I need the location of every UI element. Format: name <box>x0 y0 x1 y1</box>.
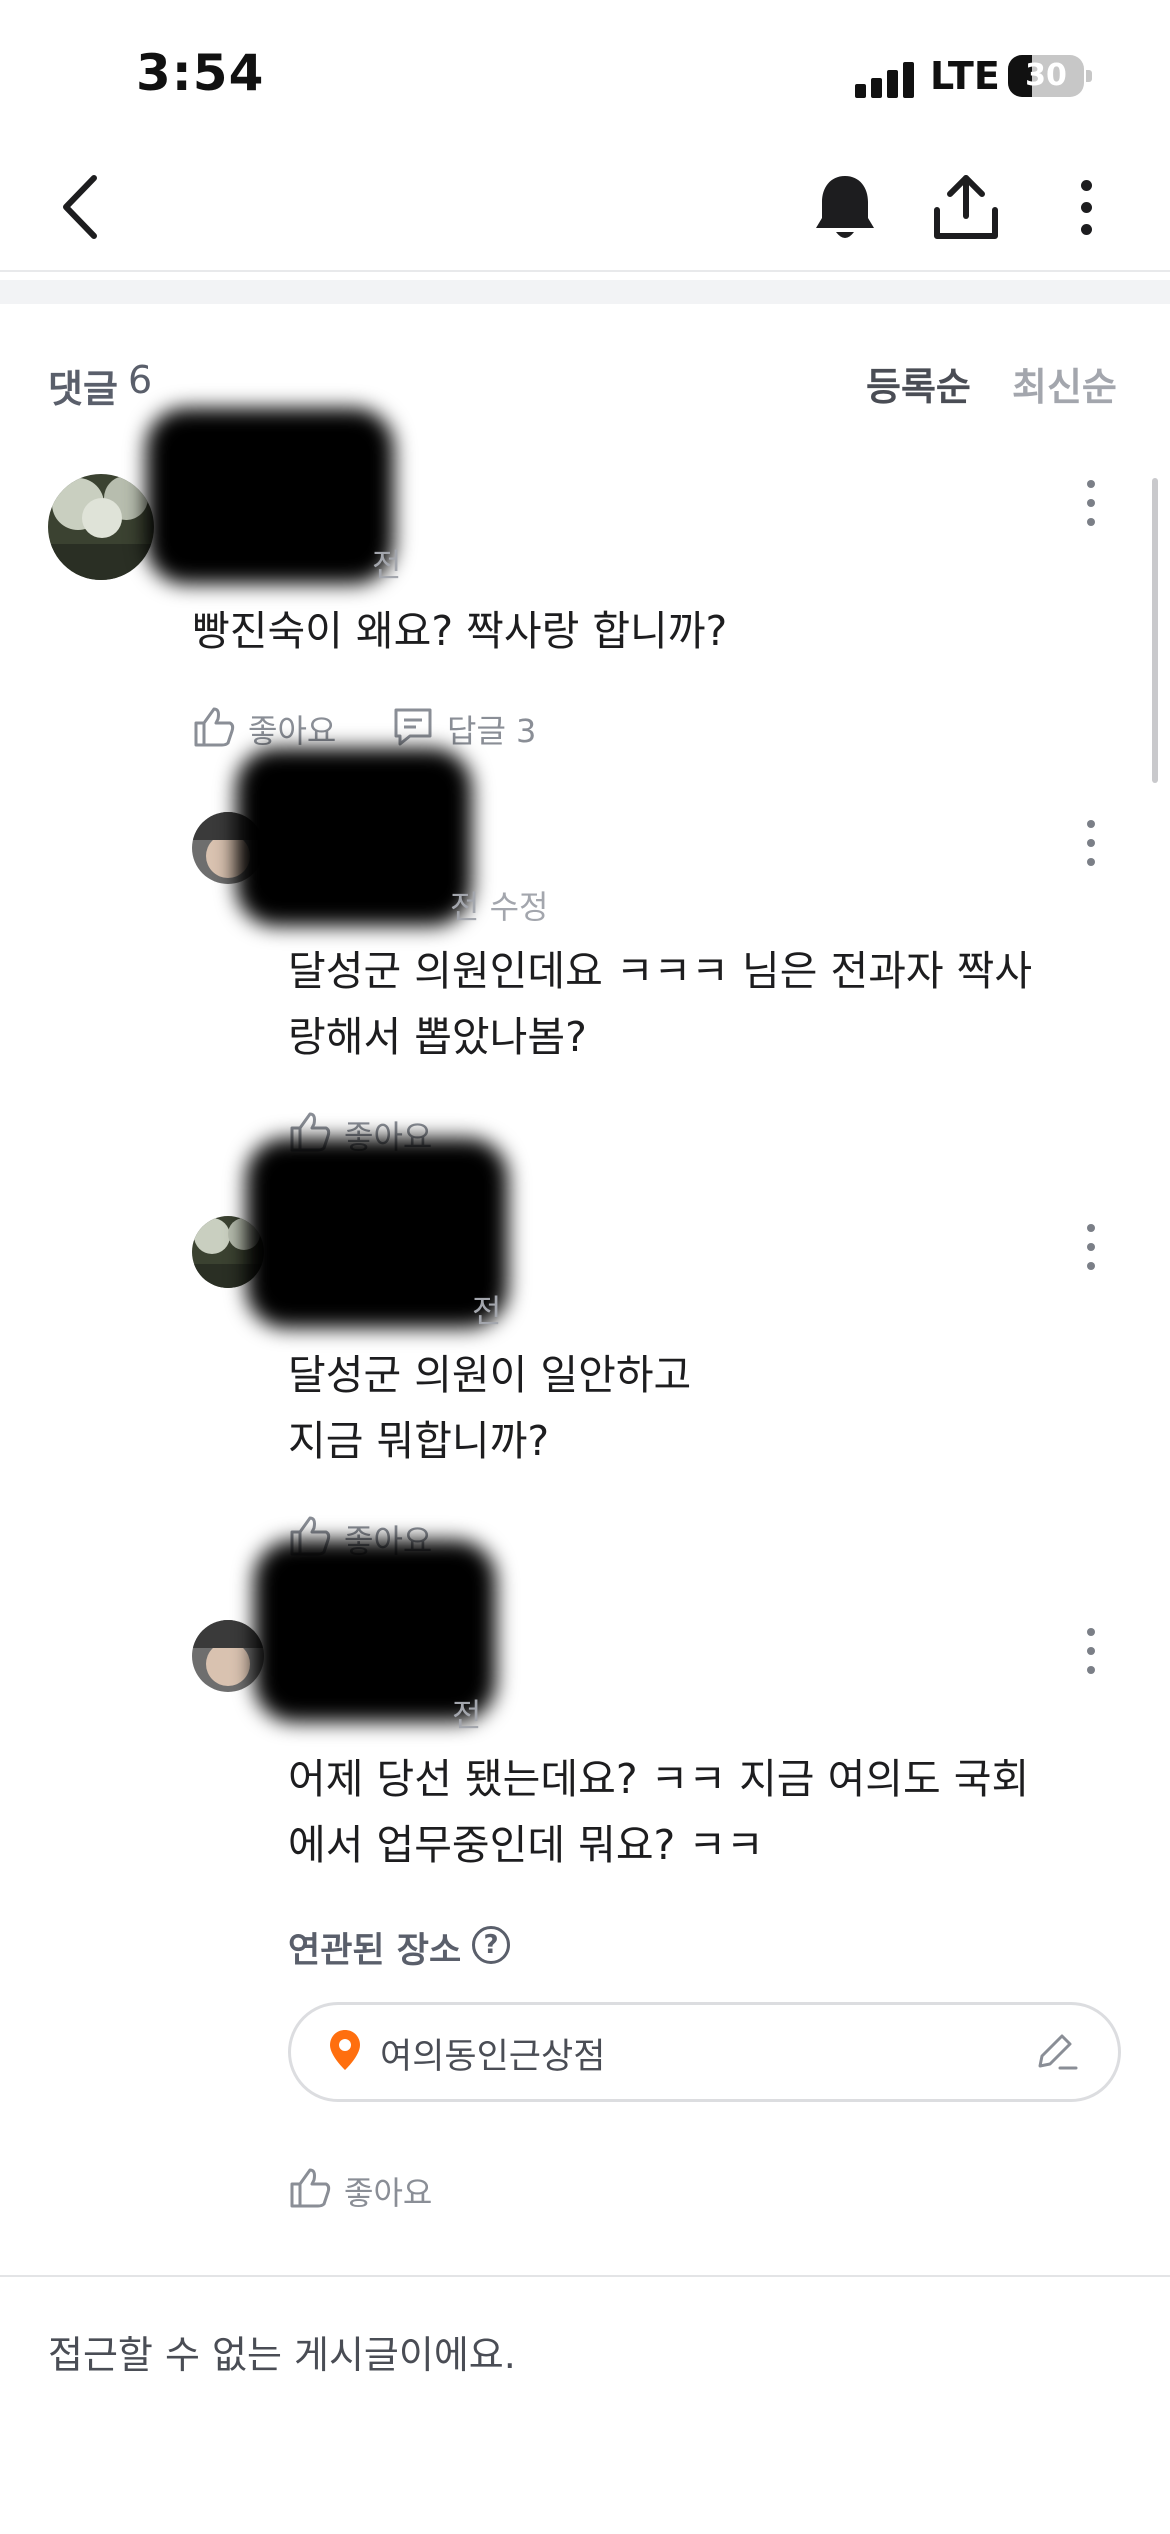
like-label[interactable]: 좋아요 <box>344 2168 432 2214</box>
pencil-icon <box>1038 2034 1078 2070</box>
like-button[interactable] <box>192 705 236 751</box>
battery-tip <box>1086 70 1092 82</box>
redacted-username <box>146 408 394 584</box>
comment-more-button[interactable] <box>1083 1628 1099 1685</box>
signal-strength-icon <box>855 60 917 98</box>
like-label[interactable]: 좋아요 <box>248 706 336 752</box>
comment-more-button[interactable] <box>1083 820 1099 877</box>
section-gap <box>0 280 1170 304</box>
comment-text-line-1: 달성군 의원이 일안하고 <box>288 1351 692 1399</box>
comment-text-line-2: 에서 업무중인데 뭐요? ㅋㅋ <box>288 1821 764 1869</box>
redacted-username <box>236 748 472 926</box>
more-options-button[interactable] <box>1078 180 1094 246</box>
sort-newest-button[interactable]: 최신순 <box>1012 356 1117 411</box>
thumbs-up-icon <box>194 707 235 747</box>
battery-icon: 30 <box>1008 55 1084 97</box>
network-type: LTE <box>930 54 1000 98</box>
comment-time: 전 <box>452 1696 482 1734</box>
comments-title: 댓글 <box>48 367 118 411</box>
battery-level: 30 <box>1025 58 1067 93</box>
comment-text: 빵진숙이 왜요? 짝사랑 합니까? <box>192 607 728 655</box>
scrollbar[interactable] <box>1152 478 1158 783</box>
status-time: 3:54 <box>136 44 265 102</box>
comment-time: 전 <box>372 546 402 584</box>
location-pin-icon <box>328 2028 362 2076</box>
reply-comment-icon <box>394 708 432 746</box>
bell-icon <box>816 176 874 238</box>
comment-text-line-1: 어제 당선 됐는데요? ㅋㅋ 지금 여의도 국회 <box>288 1755 1030 1803</box>
upload-share-icon <box>934 175 998 239</box>
avatar[interactable] <box>48 474 154 580</box>
notification-button[interactable] <box>812 172 878 244</box>
comment-text-line-1: 달성군 의원인데요 ㅋㅋㅋ 님은 전과자 짝사 <box>288 947 1033 995</box>
chevron-left-icon <box>63 175 97 239</box>
redacted-username <box>246 1138 508 1328</box>
comment-more-button[interactable] <box>1083 1224 1099 1281</box>
place-name: 여의동인근상점 <box>380 2037 606 2077</box>
comment-time: 전 수정 <box>450 888 549 926</box>
share-button[interactable] <box>932 172 1000 242</box>
edit-place-button[interactable] <box>1034 2030 1080 2078</box>
bottom-input-bar <box>0 2275 1170 2534</box>
back-button[interactable] <box>56 172 104 242</box>
comment-text-line-2: 지금 뭐합니까? <box>288 1417 550 1465</box>
reply-button[interactable] <box>392 706 434 752</box>
comments-count: 6 <box>128 358 153 402</box>
related-place-label: 연관된 장소 <box>288 1931 462 1971</box>
nav-divider <box>0 270 1170 272</box>
thumbs-up-icon <box>290 2168 331 2208</box>
reply-count-label[interactable]: 답글 3 <box>447 706 536 752</box>
comment-time: 전 <box>472 1292 502 1330</box>
help-icon[interactable]: ? <box>472 1926 510 1964</box>
comment-more-button[interactable] <box>1083 480 1099 537</box>
sort-oldest-button[interactable]: 등록순 <box>866 356 971 411</box>
like-button[interactable] <box>288 2166 332 2212</box>
comment-text-line-2: 랑해서 뽑았나봄? <box>288 1013 587 1061</box>
inaccessible-post-notice: 접근할 수 없는 게시글이에요. <box>48 2333 516 2377</box>
